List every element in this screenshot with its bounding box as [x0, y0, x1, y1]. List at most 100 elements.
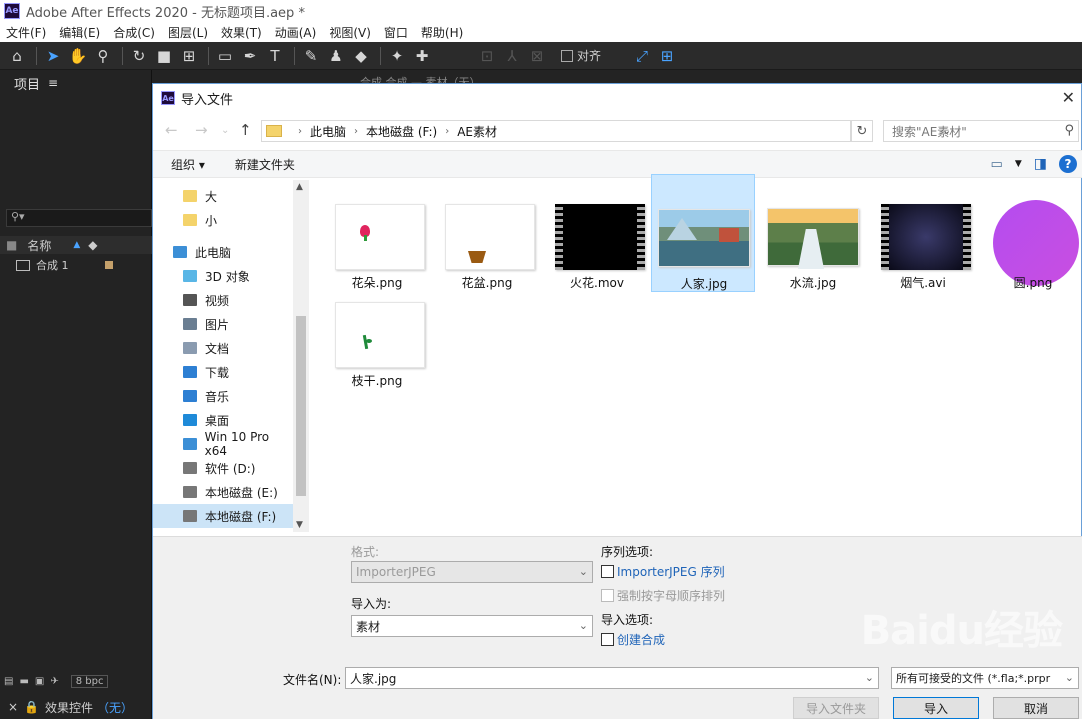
breadcrumb-ae-assets[interactable]: AE素材	[457, 123, 497, 140]
menu-edit[interactable]: 编辑(E)	[59, 24, 100, 41]
menu-animation[interactable]: 动画(A)	[275, 24, 317, 41]
file-tile[interactable]: 人家.jpg	[651, 174, 755, 292]
create-comp-option[interactable]: 创建合成	[601, 631, 665, 648]
bit-depth-button[interactable]: 8 bpc	[70, 674, 109, 688]
puppet-tool-icon[interactable]: ✚	[411, 45, 433, 67]
preview-pane-icon[interactable]: ◨	[1034, 156, 1047, 172]
file-tile[interactable]: 烟气.avi	[871, 174, 975, 292]
snap-edges-icon[interactable]: ⤢	[631, 45, 653, 67]
nav-scrollbar-thumb[interactable]	[296, 316, 306, 496]
view-options-dropdown-icon[interactable]: ▼	[1015, 159, 1022, 169]
nav-item[interactable]: 文档	[153, 336, 293, 360]
interpret-footage-icon[interactable]: ▤	[4, 676, 13, 687]
address-bar[interactable]: › 此电脑 › 本地磁盘 (F:) › AE素材 ⌄	[261, 120, 951, 142]
chevron-down-icon[interactable]: ⌄	[865, 671, 874, 684]
menu-composition[interactable]: 合成(C)	[113, 24, 155, 41]
chevron-right-icon[interactable]: ›	[298, 126, 302, 137]
sequence-option[interactable]: ImporterJPEG 序列	[601, 563, 725, 580]
close-icon[interactable]: ✕	[1062, 88, 1075, 107]
rotate-tool-icon[interactable]: ↻	[128, 45, 150, 67]
nav-item[interactable]: 图片	[153, 312, 293, 336]
help-icon[interactable]: ?	[1059, 155, 1077, 173]
flowchart-icon[interactable]: ✈	[50, 676, 58, 687]
file-tile[interactable]: 花盆.png	[435, 174, 539, 292]
snap-grid-icon[interactable]: ⊞	[656, 45, 678, 67]
search-input[interactable]: 搜索"AE素材" ⚲	[883, 120, 1079, 142]
file-type-select[interactable]: 所有可接受的文件 (*.fla;*.prpr ⌄	[891, 667, 1079, 689]
nav-item[interactable]: 音乐	[153, 384, 293, 408]
recent-locations-icon[interactable]: ⌄	[221, 125, 229, 136]
nav-item[interactable]: 小	[153, 208, 293, 232]
panel-menu-icon[interactable]: ≡	[48, 76, 58, 90]
camera-tool-icon[interactable]: ■	[153, 45, 175, 67]
project-item-row[interactable]: 合成 1	[0, 256, 152, 274]
filename-input[interactable]: 人家.jpg ⌄	[345, 667, 879, 689]
cube-icon	[183, 270, 197, 282]
refresh-button[interactable]: ↻	[851, 120, 873, 142]
hand-tool-icon[interactable]: ✋	[67, 45, 89, 67]
nav-item[interactable]: 本地磁盘 (E:)	[153, 480, 293, 504]
name-column-header[interactable]: 名称	[27, 237, 51, 254]
rectangle-tool-icon[interactable]: ▭	[214, 45, 236, 67]
up-arrow-icon[interactable]: ↑	[239, 121, 252, 139]
selection-tool-icon[interactable]: ➤	[42, 45, 64, 67]
new-composition-icon[interactable]: ▣	[35, 676, 44, 687]
new-folder-icon[interactable]: ▬	[19, 676, 28, 687]
nav-item[interactable]: 大	[153, 184, 293, 208]
nav-item[interactable]: 3D 对象	[153, 264, 293, 288]
pan-behind-tool-icon[interactable]: ⊞	[178, 45, 200, 67]
create-comp-checkbox[interactable]	[601, 633, 614, 646]
picture-icon	[183, 318, 197, 330]
forward-arrow-icon[interactable]: →	[195, 121, 208, 139]
roto-brush-tool-icon[interactable]: ✦	[386, 45, 408, 67]
new-folder-button[interactable]: 新建文件夹	[235, 156, 295, 173]
clone-stamp-tool-icon[interactable]: ♟	[325, 45, 347, 67]
eraser-tool-icon[interactable]: ◆	[350, 45, 372, 67]
file-tile[interactable]: 枝干.png	[325, 272, 429, 390]
file-thumbnail	[335, 302, 425, 368]
breadcrumb-this-pc[interactable]: 此电脑	[310, 123, 346, 140]
effect-controls-tab[interactable]: × 🔒 效果控件 （无）	[0, 696, 152, 718]
back-arrow-icon[interactable]: ←	[165, 121, 178, 139]
nav-item[interactable]: 桌面	[153, 408, 293, 432]
close-tab-icon[interactable]: ×	[8, 700, 18, 714]
file-tile[interactable]: 水流.jpg	[761, 174, 865, 292]
file-tile[interactable]: 火花.mov	[545, 174, 649, 292]
lock-icon[interactable]: 🔒	[24, 700, 39, 714]
import-button[interactable]: 导入	[893, 697, 979, 719]
menu-window[interactable]: 窗口	[384, 24, 408, 41]
file-tile[interactable]: 圆.png	[981, 174, 1082, 292]
nav-item[interactable]: 此电脑	[153, 240, 293, 264]
nav-item[interactable]: 视频	[153, 288, 293, 312]
nav-item[interactable]: 本地磁盘 (F:)	[153, 504, 293, 528]
project-search-input[interactable]: ⚲▾	[6, 209, 152, 227]
chevron-right-icon[interactable]: ›	[354, 126, 358, 137]
scroll-down-icon[interactable]: ▼	[296, 520, 303, 530]
zoom-tool-icon[interactable]: ⚲	[92, 45, 114, 67]
change-view-icon[interactable]: ▭	[991, 157, 1003, 172]
scroll-up-icon[interactable]: ▲	[296, 182, 303, 192]
pen-tool-icon[interactable]: ✒	[239, 45, 261, 67]
type-tool-icon[interactable]: T	[264, 45, 286, 67]
sort-ascending-icon[interactable]: ▲	[73, 240, 80, 250]
cancel-button[interactable]: 取消	[993, 697, 1079, 719]
snapping-toggle[interactable]: 对齐	[561, 47, 601, 64]
sequence-checkbox[interactable]	[601, 565, 614, 578]
menu-help[interactable]: 帮助(H)	[421, 24, 463, 41]
menu-effect[interactable]: 效果(T)	[221, 24, 262, 41]
menu-layer[interactable]: 图层(L)	[168, 24, 208, 41]
file-thumbnail	[881, 204, 971, 270]
chevron-right-icon[interactable]: ›	[445, 126, 449, 137]
snapping-checkbox[interactable]	[561, 49, 573, 62]
project-panel-title[interactable]: 项目	[14, 74, 40, 93]
nav-item[interactable]: Win 10 Pro x64	[153, 430, 293, 458]
organize-button[interactable]: 组织 ▾	[171, 156, 205, 173]
import-as-select[interactable]: 素材 ⌄	[351, 615, 593, 637]
brush-tool-icon[interactable]: ✎	[300, 45, 322, 67]
nav-item[interactable]: 软件 (D:)	[153, 456, 293, 480]
nav-item[interactable]: 下载	[153, 360, 293, 384]
menu-view[interactable]: 视图(V)	[329, 24, 371, 41]
breadcrumb-drive-f[interactable]: 本地磁盘 (F:)	[366, 123, 437, 140]
menu-file[interactable]: 文件(F)	[6, 24, 46, 41]
home-icon[interactable]: ⌂	[6, 45, 28, 67]
